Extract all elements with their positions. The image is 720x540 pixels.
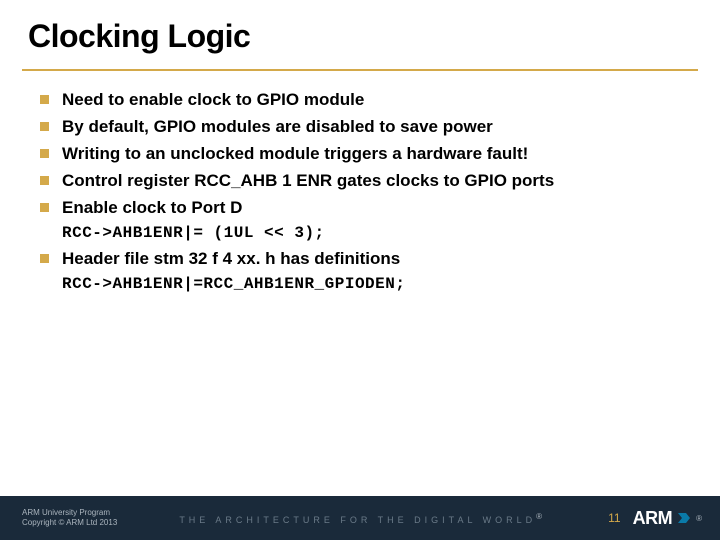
registered-mark: ® [696, 514, 702, 523]
bullet-item: Control register RCC_AHB 1 ENR gates clo… [40, 170, 680, 193]
tagline-text: THE ARCHITECTURE FOR THE DIGITAL WORLD [179, 515, 536, 525]
footer-tagline: THE ARCHITECTURE FOR THE DIGITAL WORLD® [117, 512, 608, 525]
footer-line1: ARM University Program [22, 508, 117, 518]
registered-mark: ® [536, 512, 546, 521]
bullet-item: Header file stm 32 f 4 xx. h has definit… [40, 248, 680, 271]
logo-text: ARM [633, 508, 673, 529]
footer-right: 11 ARM ® [608, 508, 720, 529]
bullet-item: Need to enable clock to GPIO module [40, 89, 680, 112]
page-number: 11 [608, 511, 620, 525]
slide-title: Clocking Logic [28, 18, 692, 55]
slide: Clocking Logic Need to enable clock to G… [0, 0, 720, 540]
bullet-item: Enable clock to Port D [40, 197, 680, 220]
content-area: Need to enable clock to GPIO module By d… [0, 71, 720, 540]
bullet-list: Need to enable clock to GPIO module By d… [40, 89, 680, 220]
bullet-item: Writing to an unclocked module triggers … [40, 143, 680, 166]
bullet-item: By default, GPIO modules are disabled to… [40, 116, 680, 139]
title-area: Clocking Logic [0, 0, 720, 63]
code-line: RCC->AHB1ENR|=RCC_AHB1ENR_GPIODEN; [62, 275, 680, 293]
code-line: RCC->AHB1ENR|= (1UL << 3); [62, 224, 680, 242]
arm-logo: ARM ® [633, 508, 702, 529]
footer-line2: Copyright © ARM Ltd 2013 [22, 518, 117, 528]
footer-bar: ARM University Program Copyright © ARM L… [0, 496, 720, 540]
bullet-list: Header file stm 32 f 4 xx. h has definit… [40, 248, 680, 271]
logo-mark-icon [676, 510, 692, 526]
footer-credits: ARM University Program Copyright © ARM L… [0, 508, 117, 529]
